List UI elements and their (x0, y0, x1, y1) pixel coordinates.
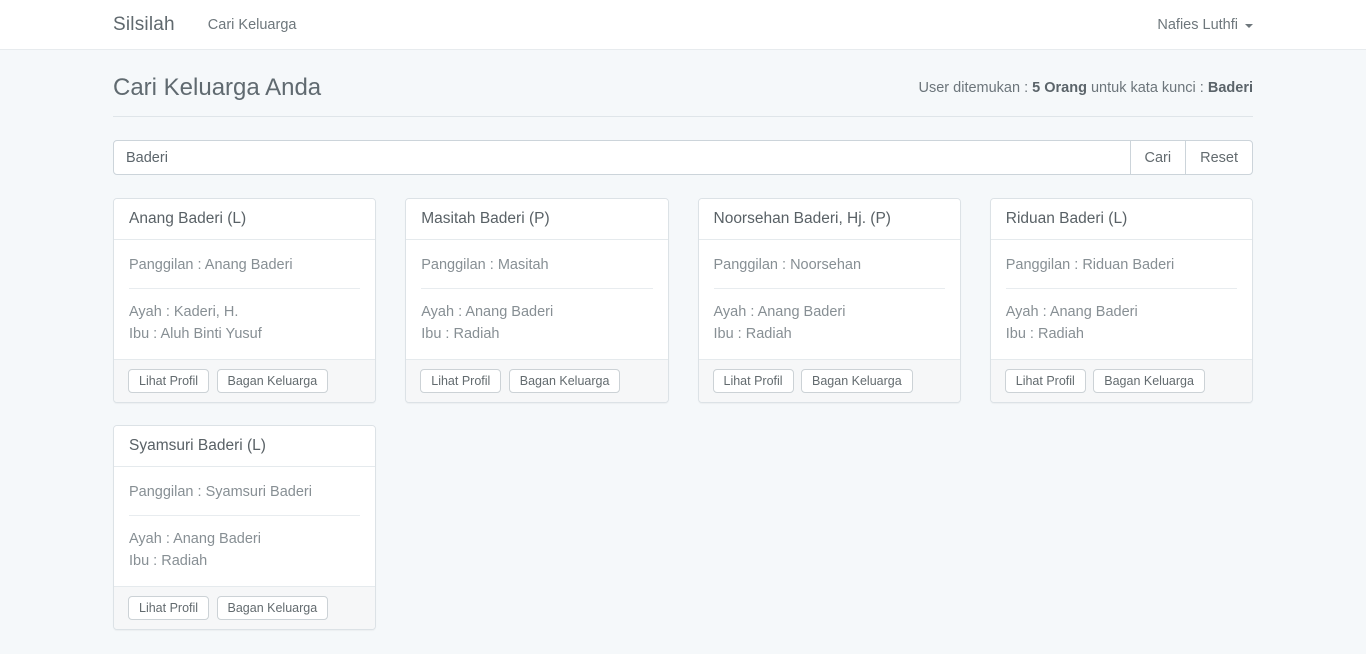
person-card-body: Panggilan : Anang Baderi Ayah : Kaderi, … (114, 240, 375, 359)
navbar: Silsilah Cari Keluarga Nafies Luthfi (0, 0, 1366, 50)
brand-link[interactable]: Silsilah (113, 14, 175, 36)
person-father: Ayah : Anang Baderi (129, 528, 360, 550)
person-father: Ayah : Anang Baderi (714, 301, 945, 323)
person-father: Ayah : Kaderi, H. (129, 301, 360, 323)
person-mother: Ibu : Aluh Binti Yusuf (129, 323, 360, 345)
person-card-body: Panggilan : Riduan Baderi Ayah : Anang B… (991, 240, 1252, 359)
person-card-footer: Lihat Profil Bagan Keluarga (991, 359, 1252, 402)
user-menu-label: Nafies Luthfi (1157, 17, 1238, 33)
divider (1006, 288, 1237, 289)
divider (421, 288, 652, 289)
page-title: Cari Keluarga Anda (113, 74, 321, 102)
summary-middle: untuk kata kunci : (1087, 80, 1208, 96)
person-card-title: Noorsehan Baderi, Hj. (P) (699, 199, 960, 240)
person-mother: Ibu : Radiah (421, 323, 652, 345)
person-card-footer: Lihat Profil Bagan Keluarga (114, 359, 375, 402)
person-card-footer: Lihat Profil Bagan Keluarga (406, 359, 667, 402)
view-profile-button[interactable]: Lihat Profil (420, 369, 501, 393)
person-card: Anang Baderi (L) Panggilan : Anang Bader… (113, 198, 376, 403)
person-nickname: Panggilan : Masitah (421, 254, 652, 276)
family-chart-button[interactable]: Bagan Keluarga (217, 369, 329, 393)
person-mother: Ibu : Radiah (714, 323, 945, 345)
person-nickname: Panggilan : Noorsehan (714, 254, 945, 276)
view-profile-button[interactable]: Lihat Profil (128, 596, 209, 620)
person-card: Riduan Baderi (L) Panggilan : Riduan Bad… (990, 198, 1253, 403)
family-chart-button[interactable]: Bagan Keluarga (509, 369, 621, 393)
divider (129, 288, 360, 289)
view-profile-button[interactable]: Lihat Profil (128, 369, 209, 393)
search-form: Cari Reset (113, 140, 1253, 175)
summary-count: 5 Orang (1032, 80, 1087, 96)
result-summary: User ditemukan : 5 Orang untuk kata kunc… (919, 80, 1253, 96)
caret-down-icon (1245, 24, 1253, 28)
person-nickname: Panggilan : Riduan Baderi (1006, 254, 1237, 276)
summary-keyword: Baderi (1208, 80, 1253, 96)
person-mother: Ibu : Radiah (1006, 323, 1237, 345)
results-grid: Anang Baderi (L) Panggilan : Anang Bader… (113, 198, 1253, 630)
person-father: Ayah : Anang Baderi (421, 301, 652, 323)
person-card: Syamsuri Baderi (L) Panggilan : Syamsuri… (113, 425, 376, 630)
family-chart-button[interactable]: Bagan Keluarga (801, 369, 913, 393)
person-mother: Ibu : Radiah (129, 550, 360, 572)
summary-prefix: User ditemukan : (919, 80, 1033, 96)
person-card-footer: Lihat Profil Bagan Keluarga (699, 359, 960, 402)
view-profile-button[interactable]: Lihat Profil (1005, 369, 1086, 393)
search-submit-button[interactable]: Cari (1130, 140, 1187, 175)
person-card-title: Anang Baderi (L) (114, 199, 375, 240)
view-profile-button[interactable]: Lihat Profil (713, 369, 794, 393)
person-card-body: Panggilan : Noorsehan Ayah : Anang Bader… (699, 240, 960, 359)
person-father: Ayah : Anang Baderi (1006, 301, 1237, 323)
person-card-title: Riduan Baderi (L) (991, 199, 1252, 240)
divider (129, 515, 360, 516)
search-input[interactable] (113, 140, 1131, 175)
person-nickname: Panggilan : Anang Baderi (129, 254, 360, 276)
user-menu-dropdown[interactable]: Nafies Luthfi (1157, 17, 1253, 33)
person-card: Noorsehan Baderi, Hj. (P) Panggilan : No… (698, 198, 961, 403)
family-chart-button[interactable]: Bagan Keluarga (217, 596, 329, 620)
person-card-title: Masitah Baderi (P) (406, 199, 667, 240)
page-header: Cari Keluarga Anda User ditemukan : 5 Or… (113, 50, 1253, 117)
person-card-title: Syamsuri Baderi (L) (114, 426, 375, 467)
divider (714, 288, 945, 289)
search-reset-button[interactable]: Reset (1185, 140, 1253, 175)
person-nickname: Panggilan : Syamsuri Baderi (129, 481, 360, 503)
family-chart-button[interactable]: Bagan Keluarga (1093, 369, 1205, 393)
person-card: Masitah Baderi (P) Panggilan : Masitah A… (405, 198, 668, 403)
person-card-body: Panggilan : Masitah Ayah : Anang Baderi … (406, 240, 667, 359)
person-card-body: Panggilan : Syamsuri Baderi Ayah : Anang… (114, 467, 375, 586)
main-content: Cari Keluarga Anda User ditemukan : 5 Or… (113, 50, 1253, 630)
nav-item-cari-keluarga[interactable]: Cari Keluarga (208, 17, 297, 33)
person-card-footer: Lihat Profil Bagan Keluarga (114, 586, 375, 629)
